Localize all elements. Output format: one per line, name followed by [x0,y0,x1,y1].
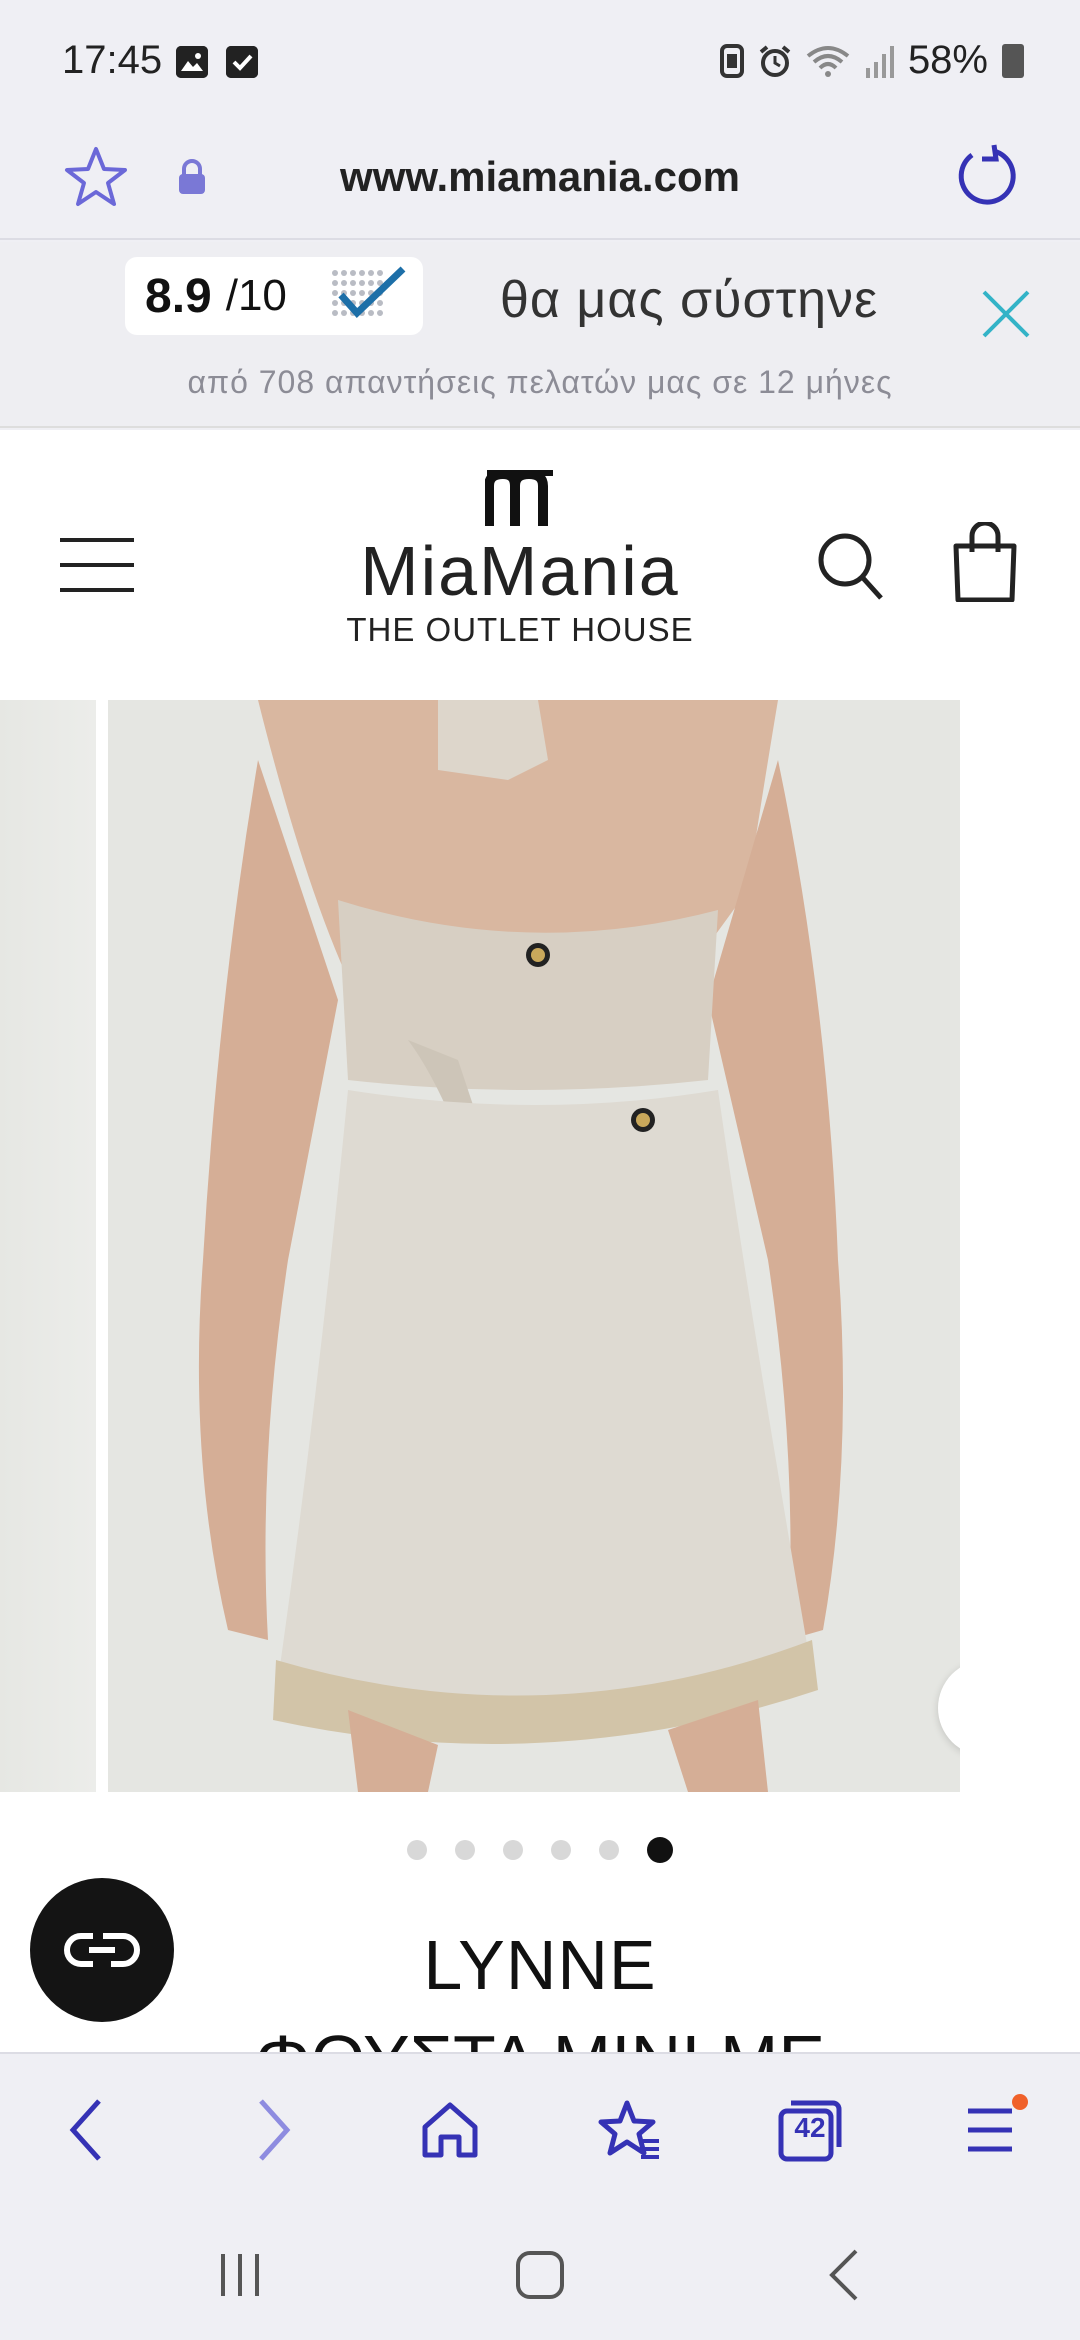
bookmarks-star-icon [598,2100,659,2159]
status-notification-icons [176,46,258,78]
brand-tagline: THE OUTLET HOUSE [346,611,694,648]
home-nav-button[interactable] [505,2240,575,2310]
back-nav-button[interactable] [810,2240,880,2310]
verified-check-icon [332,266,406,319]
browser-toolbar: 42 [0,2052,1080,2202]
menu-lines-icon [968,2108,1012,2152]
review-banner-subtext: από 708 απαντήσεις πελατών μας σε 12 μήν… [187,364,893,400]
card-icon [719,43,744,78]
product-subtitle: ΦΟΥΣΤΑ MINI ΜΕ [0,2020,1080,2054]
close-icon[interactable] [978,286,1034,342]
review-banner-text: θα μας σύστηνε [500,271,879,329]
home-button[interactable] [410,2090,490,2170]
review-score: 8.9 [145,269,212,323]
home-icon [422,2102,478,2158]
gallery-icon [176,46,208,78]
back-button[interactable] [48,2090,128,2170]
browser-menu-button[interactable] [952,2090,1032,2170]
product-photo-illustration [108,700,960,1792]
previous-slide[interactable] [0,700,96,1792]
gallery-dot[interactable] [551,1840,571,1860]
tab-count: 42 [794,2112,826,2143]
gallery-dot-active[interactable] [647,1837,673,1863]
search-icon[interactable] [815,530,885,602]
gallery-dot[interactable] [599,1840,619,1860]
review-score-badge: 8.9 /10 [125,257,423,335]
product-image[interactable] [108,700,960,1792]
product-gallery[interactable] [0,700,1080,1792]
battery-percent: 58% [907,38,988,82]
chevron-right-icon [259,2099,291,2161]
wifi-icon [806,45,850,77]
chat-button[interactable] [30,1878,174,2022]
notification-dot [1012,2094,1028,2110]
logo-mark-icon [484,468,553,526]
system-nav-bar [0,2202,1080,2340]
status-bar: 17:45 58% [0,0,1080,125]
check-icon [226,46,258,78]
chevron-left-icon [69,2099,101,2161]
alarm-icon [759,44,791,77]
tabs-button[interactable]: 42 [770,2090,850,2170]
status-system-icons: 58% [719,38,1024,83]
browser-url-bar: www.miamania.com [0,125,1080,240]
review-score-scale: /10 [225,271,287,320]
home-nav-icon [516,2251,564,2299]
shopping-bag-icon[interactable] [950,522,1020,602]
menu-icon[interactable] [60,538,134,592]
gallery-dot[interactable] [407,1840,427,1860]
brand-name: MiaMania [360,532,680,610]
reload-icon[interactable] [950,141,1022,213]
gallery-pagination [0,1837,1080,1863]
gallery-dot[interactable] [455,1840,475,1860]
signal-icon [865,45,894,78]
status-time: 17:45 [62,38,163,82]
review-banner[interactable]: 8.9 /10 θα μας σύστηνε από 708 απαντήσει… [0,242,1080,428]
bookmarks-button[interactable] [590,2090,670,2170]
recent-apps-button[interactable] [205,2240,275,2310]
site-logo[interactable]: MiaMania THE OUTLET HOUSE [340,468,700,649]
back-nav-icon [829,2249,858,2301]
gallery-dot[interactable] [503,1840,523,1860]
recent-apps-icon [221,2254,259,2296]
battery-icon [1002,43,1024,78]
site-header: MiaMania THE OUTLET HOUSE [0,430,1080,700]
chat-icon [64,1933,140,1967]
url-field[interactable]: www.miamania.com [0,153,1080,201]
forward-button[interactable] [232,2090,312,2170]
